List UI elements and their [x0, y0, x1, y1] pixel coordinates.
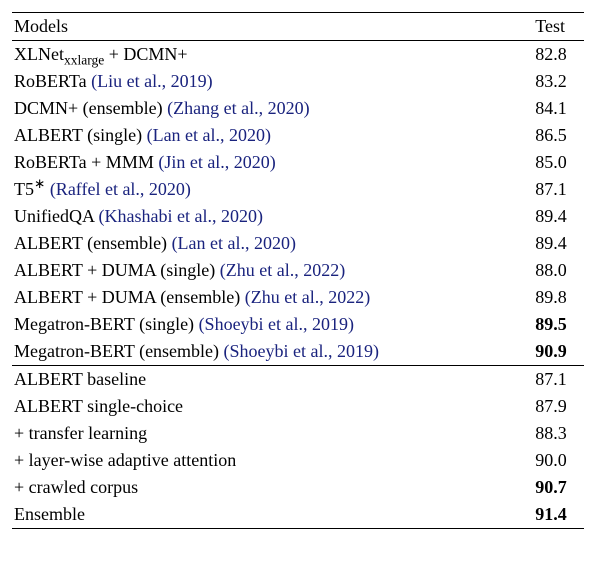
header-test: Test — [529, 13, 584, 41]
table-row: + transfer learning 88.3 — [12, 420, 584, 447]
model-cell: ALBERT + DUMA (single) (Zhu et al., 2022… — [12, 257, 529, 284]
model-name: ALBERT baseline — [14, 369, 146, 389]
model-cell: ALBERT baseline — [12, 366, 529, 394]
test-value: 90.7 — [529, 474, 584, 501]
model-name: RoBERTa + MMM — [14, 152, 158, 172]
table-body-lower: ALBERT baseline 87.1 ALBERT single-choice 8… — [12, 366, 584, 529]
results-table: Models Test XLNetxxlarge + DCMN+82.8RoBE… — [12, 12, 584, 529]
citation: (Zhu et al., 2022) — [220, 260, 345, 280]
test-value: 89.8 — [529, 284, 584, 311]
test-value: 83.2 — [529, 68, 584, 95]
model-cell: ALBERT (ensemble) (Lan et al., 2020) — [12, 230, 529, 257]
test-value: 89.4 — [529, 230, 584, 257]
table-row: ALBERT baseline 87.1 — [12, 366, 584, 394]
model-name-post: + DCMN+ — [104, 44, 187, 64]
model-cell: RoBERTa + MMM (Jin et al., 2020) — [12, 149, 529, 176]
table-row: DCMN+ (ensemble) (Zhang et al., 2020)84.… — [12, 95, 584, 122]
test-value: 88.0 — [529, 257, 584, 284]
table-header-row: Models Test — [12, 13, 584, 41]
table-row: RoBERTa (Liu et al., 2019)83.2 — [12, 68, 584, 95]
model-cell: + crawled corpus — [12, 474, 529, 501]
citation: (Raffel et al., 2020) — [50, 179, 191, 199]
citation: (Zhu et al., 2022) — [245, 287, 370, 307]
test-value: 90.0 — [529, 447, 584, 474]
model-name: DCMN+ (ensemble) — [14, 98, 167, 118]
test-value: 86.5 — [529, 122, 584, 149]
citation: (Lan et al., 2020) — [147, 125, 271, 145]
table-row: RoBERTa + MMM (Jin et al., 2020)85.0 — [12, 149, 584, 176]
model-cell: ALBERT single-choice — [12, 393, 529, 420]
model-name: Megatron-BERT (ensemble) — [14, 341, 224, 361]
citation: (Jin et al., 2020) — [158, 152, 275, 172]
model-cell: Megatron-BERT (ensemble) (Shoeybi et al.… — [12, 338, 529, 366]
model-subscript: xxlarge — [64, 53, 104, 68]
table-row: ALBERT (ensemble) (Lan et al., 2020)89.4 — [12, 230, 584, 257]
table-row: + layer-wise adaptive attention 90.0 — [12, 447, 584, 474]
table-row: ALBERT + DUMA (single) (Zhu et al., 2022… — [12, 257, 584, 284]
model-cell: + transfer learning — [12, 420, 529, 447]
model-cell: T5∗ (Raffel et al., 2020) — [12, 176, 529, 203]
test-value: 91.4 — [529, 501, 584, 529]
model-name: ALBERT + DUMA (single) — [14, 260, 220, 280]
model-name: ALBERT single-choice — [14, 396, 183, 416]
test-value: 88.3 — [529, 420, 584, 447]
test-value: 87.1 — [529, 366, 584, 394]
table-row: ALBERT single-choice 87.9 — [12, 393, 584, 420]
table-row: UnifiedQA (Khashabi et al., 2020)89.4 — [12, 203, 584, 230]
model-cell: DCMN+ (ensemble) (Zhang et al., 2020) — [12, 95, 529, 122]
model-cell: ALBERT (single) (Lan et al., 2020) — [12, 122, 529, 149]
model-name: T5 — [14, 179, 34, 199]
citation: (Khashabi et al., 2020) — [99, 206, 263, 226]
test-value: 82.8 — [529, 41, 584, 69]
test-value: 87.9 — [529, 393, 584, 420]
test-value: 84.1 — [529, 95, 584, 122]
citation: (Liu et al., 2019) — [91, 71, 212, 91]
table-row: Megatron-BERT (single) (Shoeybi et al., … — [12, 311, 584, 338]
citation: (Zhang et al., 2020) — [167, 98, 309, 118]
test-value: 90.9 — [529, 338, 584, 366]
header-models: Models — [12, 13, 529, 41]
model-name: ALBERT (ensemble) — [14, 233, 172, 253]
model-name: ALBERT (single) — [14, 125, 147, 145]
table-row: Ensemble 91.4 — [12, 501, 584, 529]
model-cell: Megatron-BERT (single) (Shoeybi et al., … — [12, 311, 529, 338]
table-row: ALBERT + DUMA (ensemble) (Zhu et al., 20… — [12, 284, 584, 311]
test-value: 89.5 — [529, 311, 584, 338]
citation: (Shoeybi et al., 2019) — [199, 314, 354, 334]
test-value: 87.1 — [529, 176, 584, 203]
test-value: 85.0 — [529, 149, 584, 176]
model-cell: ALBERT + DUMA (ensemble) (Zhu et al., 20… — [12, 284, 529, 311]
model-name: Megatron-BERT (single) — [14, 314, 199, 334]
model-name: RoBERTa — [14, 71, 91, 91]
table-row: + crawled corpus 90.7 — [12, 474, 584, 501]
table-body-upper: XLNetxxlarge + DCMN+82.8RoBERTa (Liu et … — [12, 41, 584, 366]
model-cell: Ensemble — [12, 501, 529, 529]
model-superscript: ∗ — [34, 176, 45, 191]
model-cell: + layer-wise adaptive attention — [12, 447, 529, 474]
model-cell: UnifiedQA (Khashabi et al., 2020) — [12, 203, 529, 230]
model-cell: XLNetxxlarge + DCMN+ — [12, 41, 529, 69]
table-row: XLNetxxlarge + DCMN+82.8 — [12, 41, 584, 69]
model-name: + transfer learning — [14, 423, 147, 443]
citation: (Shoeybi et al., 2019) — [224, 341, 379, 361]
table-row: ALBERT (single) (Lan et al., 2020)86.5 — [12, 122, 584, 149]
test-value: 89.4 — [529, 203, 584, 230]
citation: (Lan et al., 2020) — [172, 233, 296, 253]
table-row: Megatron-BERT (ensemble) (Shoeybi et al.… — [12, 338, 584, 366]
model-cell: RoBERTa (Liu et al., 2019) — [12, 68, 529, 95]
table-row: T5∗ (Raffel et al., 2020)87.1 — [12, 176, 584, 203]
model-name: + layer-wise adaptive attention — [14, 450, 236, 470]
model-name: UnifiedQA — [14, 206, 99, 226]
model-name: + crawled corpus — [14, 477, 138, 497]
model-name: ALBERT + DUMA (ensemble) — [14, 287, 245, 307]
model-name: XLNet — [14, 44, 64, 64]
model-name: Ensemble — [14, 504, 85, 524]
